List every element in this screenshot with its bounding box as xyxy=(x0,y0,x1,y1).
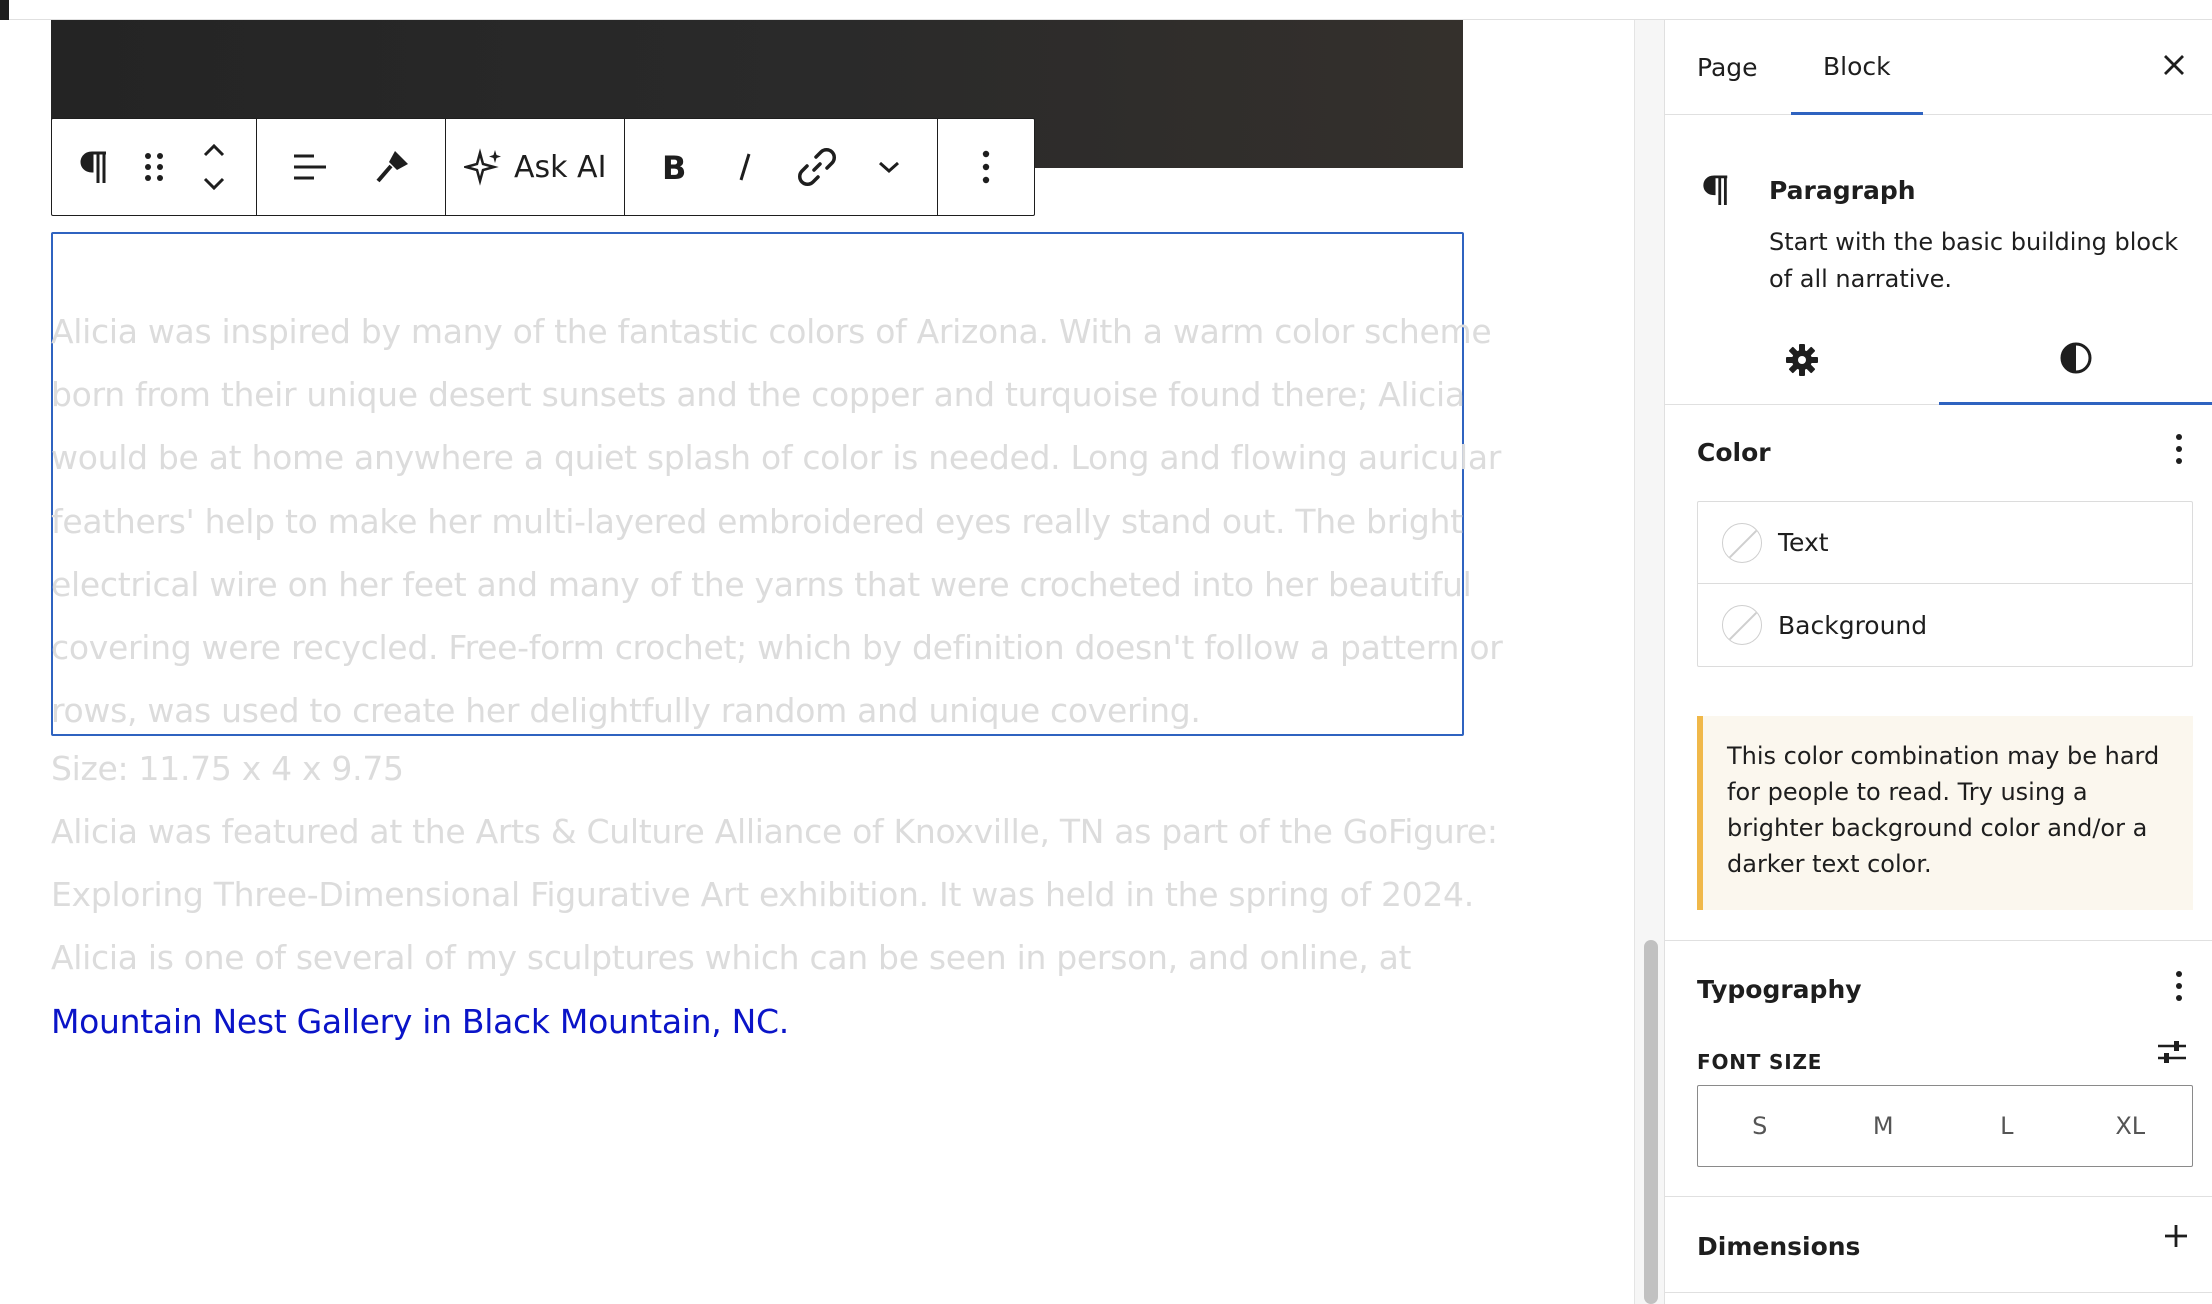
close-icon xyxy=(2162,53,2186,81)
chevron-up-down-icon xyxy=(201,141,227,193)
ask-ai-label: Ask AI xyxy=(514,149,607,185)
tab-page[interactable]: Page xyxy=(1697,20,1758,115)
block-options-button[interactable] xyxy=(950,119,1022,215)
tab-styles[interactable] xyxy=(1939,318,2212,405)
font-size-s[interactable]: S xyxy=(1698,1086,1822,1166)
paragraph-line: born from their unique desert sunsets an… xyxy=(51,375,1465,415)
panel-divider xyxy=(1665,940,2212,941)
tab-block[interactable]: Block xyxy=(1791,20,1923,115)
more-format-button[interactable] xyxy=(853,119,925,215)
paragraph-text[interactable]: Alicia was inspired by many of the fanta… xyxy=(51,300,1503,742)
italic-icon xyxy=(735,151,755,183)
size-paragraph[interactable]: Size: 11.75 x 4 x 9.75 xyxy=(51,737,404,800)
color-panel-heading: Color xyxy=(1697,438,1771,467)
svg-text:B: B xyxy=(662,151,686,183)
move-up-down-button[interactable] xyxy=(184,119,244,215)
color-list: Text Background xyxy=(1697,501,2193,667)
sidebar-tabs: Page Block xyxy=(1665,20,2212,115)
background-color-item[interactable]: Background xyxy=(1698,584,2192,666)
text-color-label: Text xyxy=(1778,528,1829,557)
block-inspector-tabs xyxy=(1665,318,2212,405)
block-toolbar: Ask AI B xyxy=(51,118,1036,216)
plus-icon xyxy=(2163,1223,2189,1253)
toolbar-block-controls xyxy=(52,119,257,215)
add-dimensions-button[interactable] xyxy=(2156,1218,2196,1258)
paragraph-line: electrical wire on her feet and many of … xyxy=(51,564,1472,604)
contrast-warning-notice: This color combination may be hard for p… xyxy=(1697,716,2193,910)
toolbar-ai-group: Ask AI xyxy=(446,119,626,215)
dimensions-panel-heading: Dimensions xyxy=(1697,1232,1861,1261)
tab-settings[interactable] xyxy=(1665,318,1939,405)
block-card-description: Start with the basic building block of a… xyxy=(1769,228,2179,293)
paragraph-line: would be at home anywhere a quiet splash… xyxy=(51,438,1502,478)
featured-paragraph-line-2[interactable]: Exploring Three-Dimensional Figurative A… xyxy=(51,863,1474,926)
font-size-picker: S M L XL xyxy=(1697,1085,2193,1167)
paragraph-block-button[interactable] xyxy=(64,119,124,215)
close-sidebar-button[interactable] xyxy=(2155,48,2193,86)
highlight-button[interactable] xyxy=(351,119,433,215)
align-text-button[interactable] xyxy=(269,119,351,215)
block-card: Paragraph Start with the basic building … xyxy=(1665,116,2212,306)
background-color-label: Background xyxy=(1778,610,1928,640)
paragraph-line: Alicia was inspired by many of the fanta… xyxy=(51,312,1492,351)
canvas-scrollbar-thumb[interactable] xyxy=(1644,940,1658,1304)
align-left-icon xyxy=(292,152,328,182)
settings-sidebar: Page Block Paragraph Start with the basi… xyxy=(1664,20,2212,1304)
featured-paragraph-line-1[interactable]: Alicia was featured at the Arts & Cultur… xyxy=(51,800,1498,863)
paragraph-line: covering were recycled. Free-form croche… xyxy=(51,628,1503,668)
text-color-item[interactable]: Text xyxy=(1698,502,2192,584)
ask-ai-button[interactable]: Ask AI xyxy=(464,119,606,215)
pilcrow-icon xyxy=(1701,170,1731,214)
color-options-button[interactable] xyxy=(2164,431,2194,471)
chevron-down-icon xyxy=(877,159,901,175)
sparkles-icon xyxy=(464,147,504,187)
font-size-xl[interactable]: XL xyxy=(2069,1086,2193,1166)
seen-online-paragraph[interactable]: Alicia is one of several of my sculpture… xyxy=(51,926,1411,989)
link-icon xyxy=(798,148,837,186)
top-bar xyxy=(0,0,2212,20)
empty-swatch-icon xyxy=(1722,522,1762,563)
brush-icon xyxy=(373,148,411,186)
font-size-label: FONT SIZE xyxy=(1697,1050,1823,1074)
link-button[interactable] xyxy=(781,119,853,215)
font-size-m[interactable]: M xyxy=(1822,1086,1946,1166)
block-card-title: Paragraph xyxy=(1769,176,1916,205)
font-size-l[interactable]: L xyxy=(1945,1086,2069,1166)
kebab-menu-icon xyxy=(982,150,990,184)
panel-divider xyxy=(1665,1292,2212,1293)
panel-divider xyxy=(1665,1196,2212,1197)
toolbar-options-group xyxy=(938,119,1034,215)
empty-swatch-icon xyxy=(1722,605,1762,645)
custom-font-size-button[interactable] xyxy=(2152,1034,2192,1074)
paragraph-line: feathers' help to make her multi-layered… xyxy=(51,501,1463,541)
settings-sliders-icon xyxy=(2156,1038,2188,1070)
pilcrow-icon xyxy=(78,147,110,187)
typography-options-button[interactable] xyxy=(2164,968,2194,1008)
contrast-icon xyxy=(2059,341,2093,379)
gear-icon xyxy=(1785,343,1819,381)
drag-handle[interactable] xyxy=(124,119,184,215)
paragraph-line: rows, was used to create her delightfull… xyxy=(51,691,1201,731)
kebab-menu-icon xyxy=(2175,970,2183,1006)
top-bar-marker xyxy=(0,0,9,20)
kebab-menu-icon xyxy=(2175,433,2183,469)
drag-handle-icon xyxy=(142,150,166,184)
gallery-link[interactable]: Mountain Nest Gallery in Black Mountain,… xyxy=(51,990,789,1053)
bold-button[interactable]: B xyxy=(637,119,709,215)
italic-button[interactable] xyxy=(709,119,781,215)
bold-icon: B xyxy=(660,151,686,183)
toolbar-format-group: B xyxy=(625,119,939,215)
typography-panel-heading: Typography xyxy=(1697,975,1862,1004)
toolbar-align-group xyxy=(257,119,446,215)
